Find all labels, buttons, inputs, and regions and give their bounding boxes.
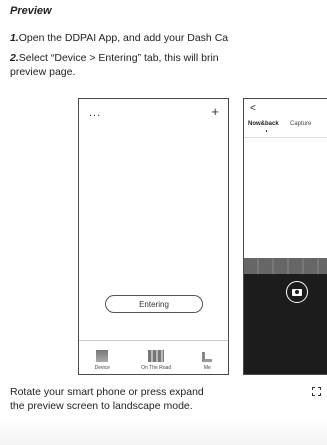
bottom-nav: Device On The Road Me xyxy=(79,340,228,374)
nav-item-on-the-road[interactable]: On The Road xyxy=(141,350,171,371)
rotate-instruction-line-2: the preview screen to landscape mode. xyxy=(10,400,193,412)
header-divider xyxy=(244,137,327,138)
tab-capture[interactable]: Capture xyxy=(290,121,311,127)
add-icon[interactable]: + xyxy=(211,104,219,119)
section-heading: Preview xyxy=(10,5,52,17)
nav-item-device[interactable]: Device xyxy=(95,350,110,371)
menu-dots-icon[interactable]: ... xyxy=(89,107,101,119)
back-icon[interactable]: < xyxy=(250,103,256,114)
camera-lens xyxy=(295,290,299,294)
nav-label-me: Me xyxy=(203,365,211,371)
tab-now-back[interactable]: Now&back xyxy=(248,121,279,127)
step-2-text: Select “Device > Entering” tab, this wil… xyxy=(18,52,219,64)
step-2-number: 2. xyxy=(10,52,19,64)
active-tab-indicator xyxy=(266,130,267,132)
road-icon xyxy=(148,350,165,362)
entering-button[interactable]: Entering xyxy=(105,295,203,313)
nav-item-me[interactable]: Me xyxy=(202,352,213,371)
nav-label-on-the-road: On The Road xyxy=(141,365,172,371)
rotate-instruction-line-1: Rotate your smart phone or press expand xyxy=(10,386,204,398)
step-1-number: 1. xyxy=(10,32,19,44)
camera-body xyxy=(292,288,302,296)
step-1: 1.Open the DDPAI App, and add your Dash … xyxy=(10,32,228,45)
step-2-continuation: preview page. xyxy=(10,66,76,78)
phone-mockup-preview: < Now&back Capture xyxy=(243,98,327,375)
step-1-text: Open the DDPAI App, and add your Dash Ca xyxy=(18,32,229,44)
nav-label-device: Device xyxy=(94,365,110,371)
camera-icon[interactable] xyxy=(286,281,308,303)
step-2: 2.Select “Device > Entering” tab, this w… xyxy=(10,52,219,65)
expand-icon xyxy=(312,387,321,396)
phone-mockup-device-list: ... + Entering Device On The Road Me xyxy=(78,98,229,375)
me-icon xyxy=(202,352,213,362)
page-footer-fade xyxy=(0,418,327,445)
video-preview-strip xyxy=(244,258,327,274)
device-icon xyxy=(96,350,109,362)
